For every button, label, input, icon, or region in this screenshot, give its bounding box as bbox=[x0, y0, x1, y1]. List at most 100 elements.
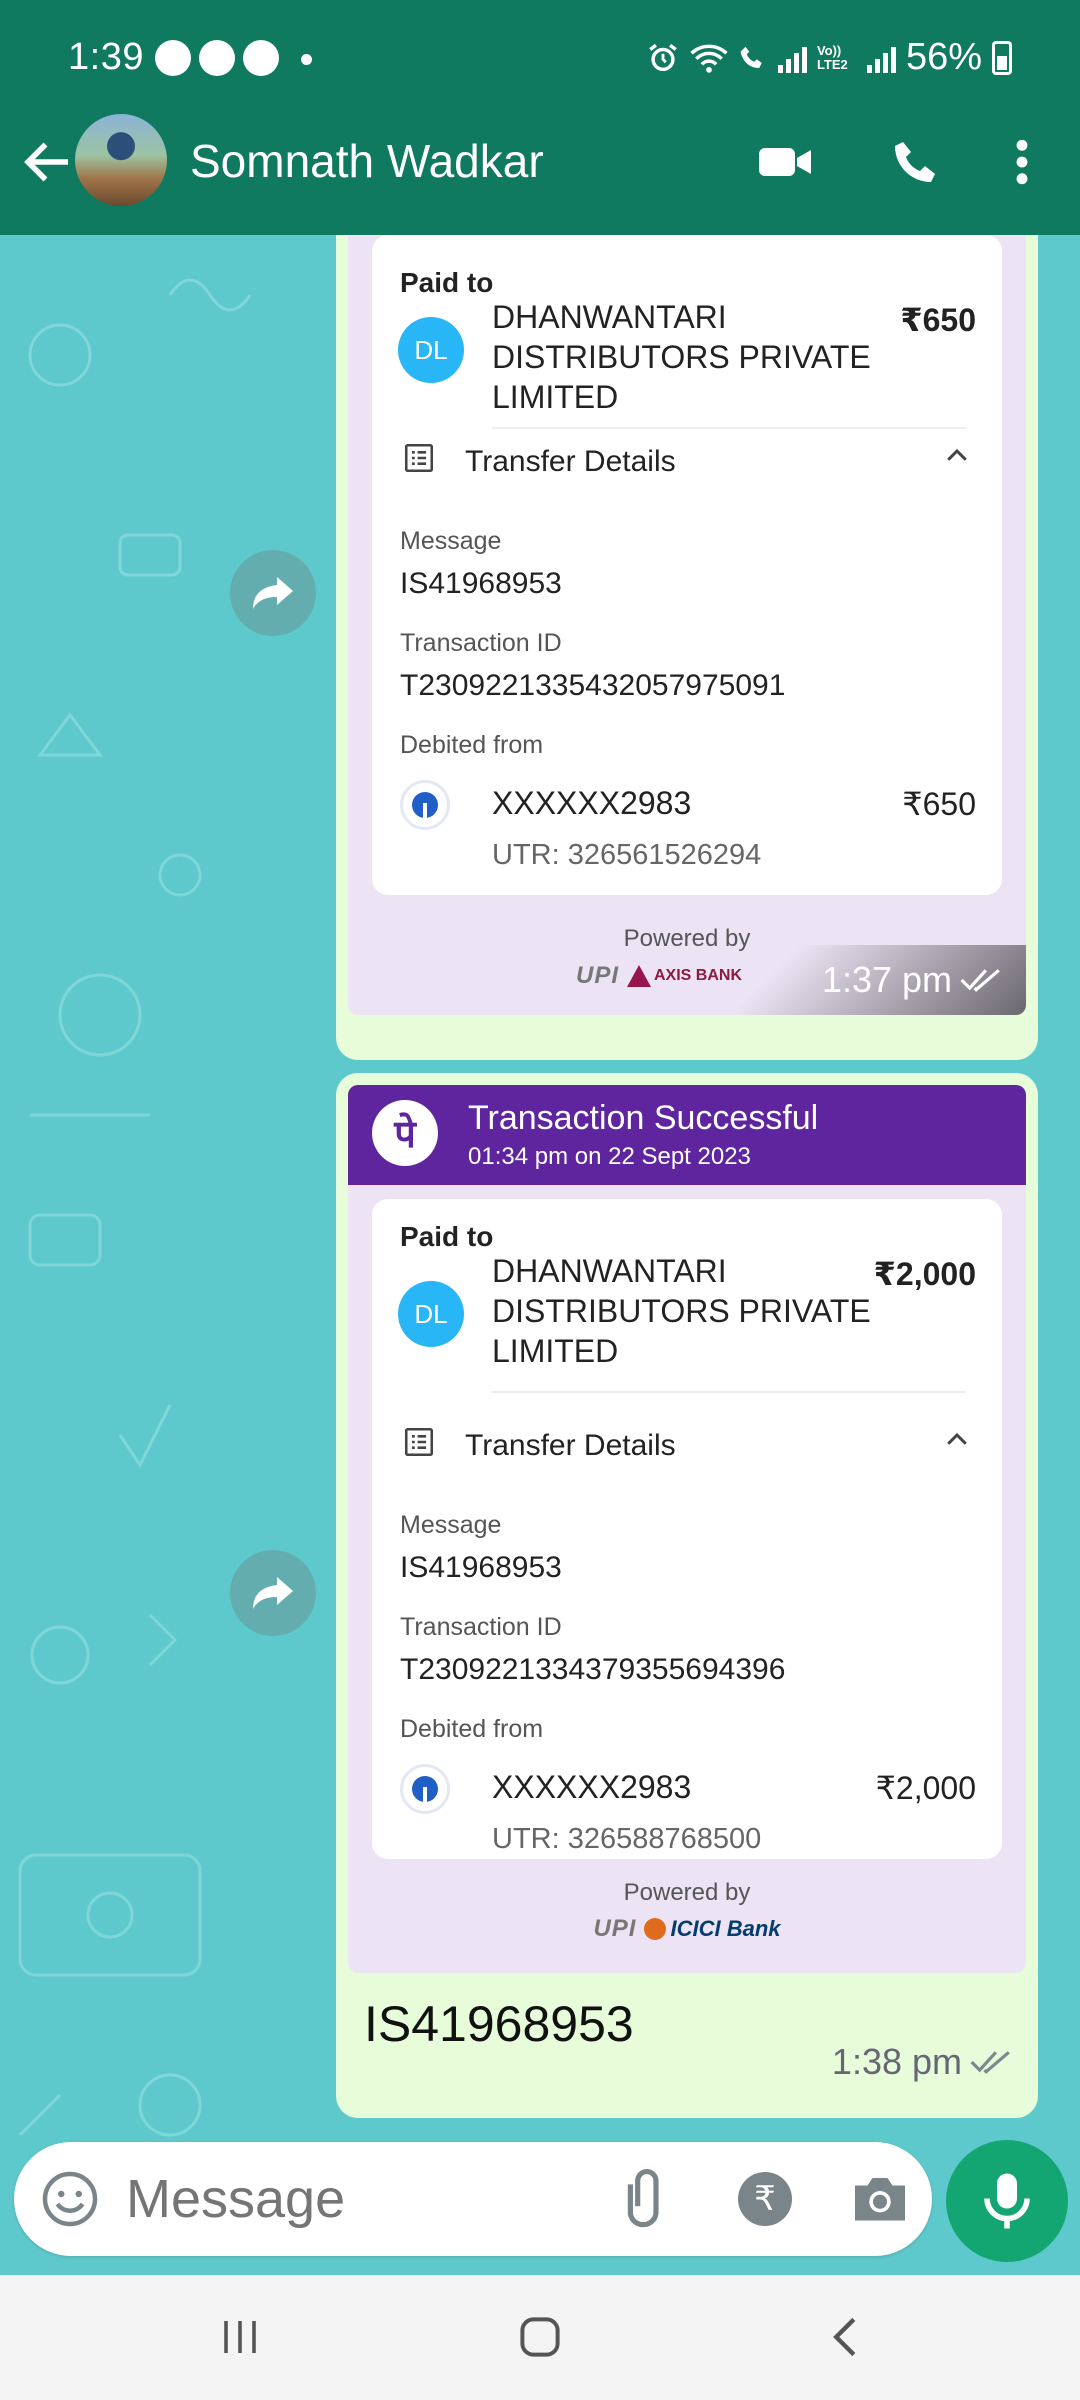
payee-name: DHANWANTARI DISTRIBUTORS PRIVATE LIMITED bbox=[492, 1253, 871, 1369]
contact-avatar[interactable] bbox=[75, 114, 167, 206]
transaction-id-label: Transaction ID bbox=[400, 1613, 562, 1641]
transaction-header: पे Transaction Successful 01:34 pm on 22… bbox=[348, 1085, 1026, 1185]
transaction-id-label: Transaction ID bbox=[400, 629, 562, 657]
back-arrow-icon bbox=[24, 142, 68, 182]
message-time-row: 1:38 pm bbox=[832, 2041, 1012, 2083]
debited-amount: ₹650 bbox=[902, 786, 976, 822]
payee-name: DHANWANTARI DISTRIBUTORS PRIVATE LIMITED bbox=[492, 299, 871, 415]
debited-from-label: Debited from bbox=[400, 1715, 544, 1743]
payment-card: Paid to DL DHANWANTARI DISTRIBUTORS PRIV… bbox=[348, 1185, 1026, 1973]
account-number: XXXXXX2983 bbox=[492, 1769, 692, 1805]
debited-amount: ₹2,000 bbox=[875, 1770, 976, 1806]
lte-label: Vo)) LTE2 bbox=[816, 42, 848, 72]
upi-logo: UPI bbox=[575, 962, 619, 989]
home-button[interactable] bbox=[500, 2307, 580, 2367]
chevron-up-icon[interactable] bbox=[942, 1425, 972, 1455]
sbi-bank-icon bbox=[400, 1764, 450, 1814]
call-notification-icon bbox=[243, 40, 279, 76]
transfer-details-label[interactable]: Transfer Details bbox=[465, 1429, 676, 1463]
wifi-icon bbox=[690, 44, 728, 73]
message-bubble-payment-1[interactable]: Paid to DL DHANWANTARI DISTRIBUTORS PRIV… bbox=[336, 235, 1038, 1060]
status-bar: 1:39 Vo)) LTE2 56% bbox=[0, 0, 1080, 120]
message-time-overlay: 1:37 pm bbox=[726, 945, 1026, 1015]
payment-details-card: Paid to DL DHANWANTARI DISTRIBUTORS PRIV… bbox=[372, 235, 1002, 895]
payment-details-card: Paid to DL DHANWANTARI DISTRIBUTORS PRIV… bbox=[372, 1199, 1002, 1859]
forward-button[interactable] bbox=[230, 550, 316, 636]
upi-bank-logos: UPI ICICI Bank bbox=[336, 1915, 1038, 1943]
chevron-up-icon[interactable] bbox=[942, 441, 972, 471]
account-number: XXXXXX2983 bbox=[492, 785, 692, 821]
video-camera-icon bbox=[759, 148, 811, 176]
phonepe-logo-icon: पे bbox=[372, 1100, 438, 1166]
paid-to-label: Paid to bbox=[400, 267, 494, 298]
message-notification-icon bbox=[199, 40, 235, 76]
message-input[interactable] bbox=[126, 2168, 576, 2230]
camera-icon[interactable] bbox=[850, 2170, 910, 2226]
bank-name: ICICI Bank bbox=[670, 1916, 781, 1941]
notification-icons bbox=[155, 40, 312, 76]
voice-call-button[interactable] bbox=[880, 132, 950, 192]
message-time: 1:37 pm bbox=[821, 959, 952, 1000]
more-vertical-icon bbox=[1016, 139, 1028, 185]
transaction-id-value: T2309221334379355694396 bbox=[400, 1653, 786, 1686]
forward-button[interactable] bbox=[230, 1550, 316, 1636]
double-check-icon bbox=[970, 2051, 1010, 2074]
signal-icon-2 bbox=[866, 43, 896, 73]
battery-icon bbox=[992, 40, 1012, 75]
paid-to-label: Paid to bbox=[400, 1221, 494, 1252]
receipt-list-icon bbox=[404, 1427, 434, 1457]
message-label: Message bbox=[400, 1511, 502, 1539]
axis-bank-logo-icon bbox=[627, 965, 651, 987]
payee-avatar: DL bbox=[398, 1281, 464, 1347]
message-input-bar: ₹ bbox=[14, 2142, 932, 2256]
message-time: 1:38 pm bbox=[831, 2041, 962, 2082]
chevron-left-icon bbox=[833, 2317, 856, 2357]
message-label: Message bbox=[400, 527, 502, 555]
contact-name[interactable]: Somnath Wadkar bbox=[190, 134, 544, 188]
alarm-icon bbox=[649, 43, 677, 71]
chat-area[interactable]: Paid to DL DHANWANTARI DISTRIBUTORS PRIV… bbox=[0, 235, 1080, 2275]
divider bbox=[492, 1391, 966, 1393]
emoji-icon[interactable] bbox=[40, 2169, 100, 2229]
utr-number: UTR: 326588768500 bbox=[492, 1823, 762, 1855]
forward-arrow-icon bbox=[253, 1577, 293, 1609]
transfer-details-label[interactable]: Transfer Details bbox=[465, 445, 676, 479]
message-bubble-payment-2[interactable]: पे Transaction Successful 01:34 pm on 22… bbox=[336, 1073, 1038, 2118]
axis-bank-logo: AXIS BANK bbox=[627, 965, 742, 987]
payment-rupee-icon[interactable]: ₹ bbox=[738, 2172, 792, 2226]
sbi-bank-icon bbox=[400, 780, 450, 830]
more-options-button[interactable] bbox=[1000, 132, 1044, 192]
utr-number: UTR: 326561526294 bbox=[492, 839, 762, 871]
more-notifications-dot-icon bbox=[301, 54, 312, 65]
receipt-list-icon bbox=[404, 443, 434, 473]
transaction-status-title: Transaction Successful bbox=[468, 1099, 819, 1137]
payment-amount: ₹2,000 bbox=[873, 1256, 976, 1292]
icici-bank-logo-icon bbox=[644, 1918, 667, 1940]
chat-app-bar: Somnath Wadkar bbox=[0, 110, 1080, 235]
signal-icon-1 bbox=[777, 43, 807, 73]
transaction-id-value: T2309221335432057975091 bbox=[400, 669, 786, 702]
battery-percent: 56% bbox=[905, 36, 982, 78]
divider bbox=[492, 427, 966, 429]
top-bar: 1:39 Vo)) LTE2 56% Somnath Wadkar bbox=[0, 0, 1080, 235]
recent-apps-icon bbox=[224, 2321, 256, 2353]
paperclip-icon[interactable] bbox=[614, 2168, 676, 2230]
status-time: 1:39 bbox=[68, 36, 144, 78]
home-icon bbox=[520, 2317, 560, 2357]
video-call-button[interactable] bbox=[750, 132, 820, 192]
back-button[interactable] bbox=[18, 132, 78, 192]
payment-card: Paid to DL DHANWANTARI DISTRIBUTORS PRIV… bbox=[348, 235, 1026, 1015]
whatsapp-notification-icon bbox=[155, 40, 191, 76]
wifi-calling-icon bbox=[740, 46, 762, 68]
voice-message-button[interactable] bbox=[946, 2140, 1068, 2262]
recent-apps-button[interactable] bbox=[200, 2307, 280, 2367]
upi-logo: UPI bbox=[593, 1915, 637, 1942]
payee-avatar: DL bbox=[398, 317, 464, 383]
debited-from-label: Debited from bbox=[400, 731, 544, 759]
message-value: IS41968953 bbox=[400, 567, 562, 600]
status-right: Vo)) LTE2 56% bbox=[646, 36, 1012, 79]
payment-amount: ₹650 bbox=[900, 302, 976, 338]
forward-arrow-icon bbox=[253, 577, 293, 609]
system-back-button[interactable] bbox=[805, 2307, 885, 2367]
transaction-datetime: 01:34 pm on 22 Sept 2023 bbox=[468, 1143, 751, 1170]
